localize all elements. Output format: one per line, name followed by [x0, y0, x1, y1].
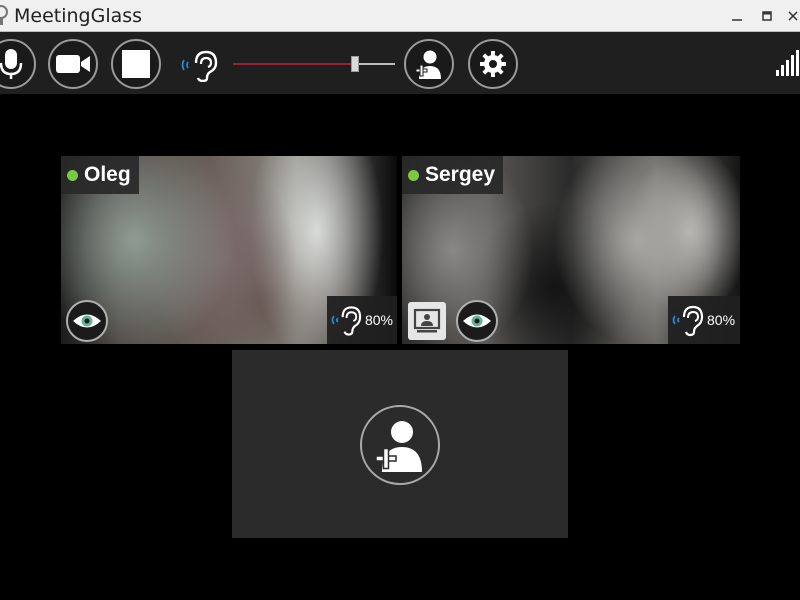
- participant-name: Sergey: [425, 163, 496, 186]
- participant-name: Oleg: [84, 163, 131, 186]
- stop-icon: [122, 50, 150, 78]
- close-button[interactable]: [786, 9, 800, 23]
- online-status-dot: [67, 169, 78, 181]
- online-status-dot: [408, 169, 419, 181]
- ear-volume-icon: [331, 306, 362, 336]
- participant-name-tag: Oleg: [61, 156, 139, 194]
- video-camera-icon: [56, 55, 90, 73]
- eye-icon: [73, 314, 101, 328]
- eye-icon: [463, 314, 491, 328]
- add-user-icon: [415, 50, 441, 79]
- screen-share-icon: [413, 308, 441, 333]
- ear-volume-icon: [181, 50, 218, 82]
- volume-slider-thumb[interactable]: [351, 56, 359, 72]
- ear-volume-icon: [672, 305, 704, 337]
- gear-icon: [480, 51, 506, 77]
- minimize-button[interactable]: [730, 9, 744, 23]
- participant-name-tag: Sergey: [402, 156, 504, 194]
- invite-participant-button[interactable]: [404, 39, 454, 89]
- microphone-button[interactable]: [0, 39, 36, 89]
- hearing-level-badge[interactable]: 80%: [327, 296, 397, 344]
- settings-button[interactable]: [468, 39, 518, 89]
- participant-tile[interactable]: Sergey 80%: [402, 156, 740, 344]
- title-bar: MeetingGlass: [0, 0, 800, 32]
- view-participant-button[interactable]: [66, 300, 108, 342]
- microphone-icon: [0, 49, 23, 79]
- participant-tile[interactable]: Oleg 80%: [61, 156, 397, 344]
- hearing-level-text: 80%: [364, 312, 393, 328]
- video-grid: Oleg 80% Sergey 80%: [0, 94, 800, 600]
- hearing-level-badge[interactable]: 80%: [668, 296, 740, 344]
- volume-slider-fill: [233, 63, 355, 65]
- stop-button[interactable]: [111, 39, 161, 89]
- add-participant-button[interactable]: [360, 405, 440, 485]
- signal-bars-icon: [776, 50, 799, 76]
- add-participant-tile: [232, 350, 568, 538]
- camera-button[interactable]: [48, 39, 98, 89]
- toolbar: [0, 32, 800, 94]
- add-user-icon: [375, 421, 422, 472]
- screen-share-button[interactable]: [408, 302, 446, 340]
- volume-slider-track: [355, 63, 395, 65]
- hearing-level-text: 80%: [707, 312, 736, 328]
- view-participant-button[interactable]: [456, 300, 498, 342]
- app-logo-icon: [0, 5, 8, 25]
- window-title: MeetingGlass: [14, 5, 143, 27]
- volume-slider[interactable]: [233, 56, 395, 72]
- maximize-button[interactable]: [760, 9, 774, 23]
